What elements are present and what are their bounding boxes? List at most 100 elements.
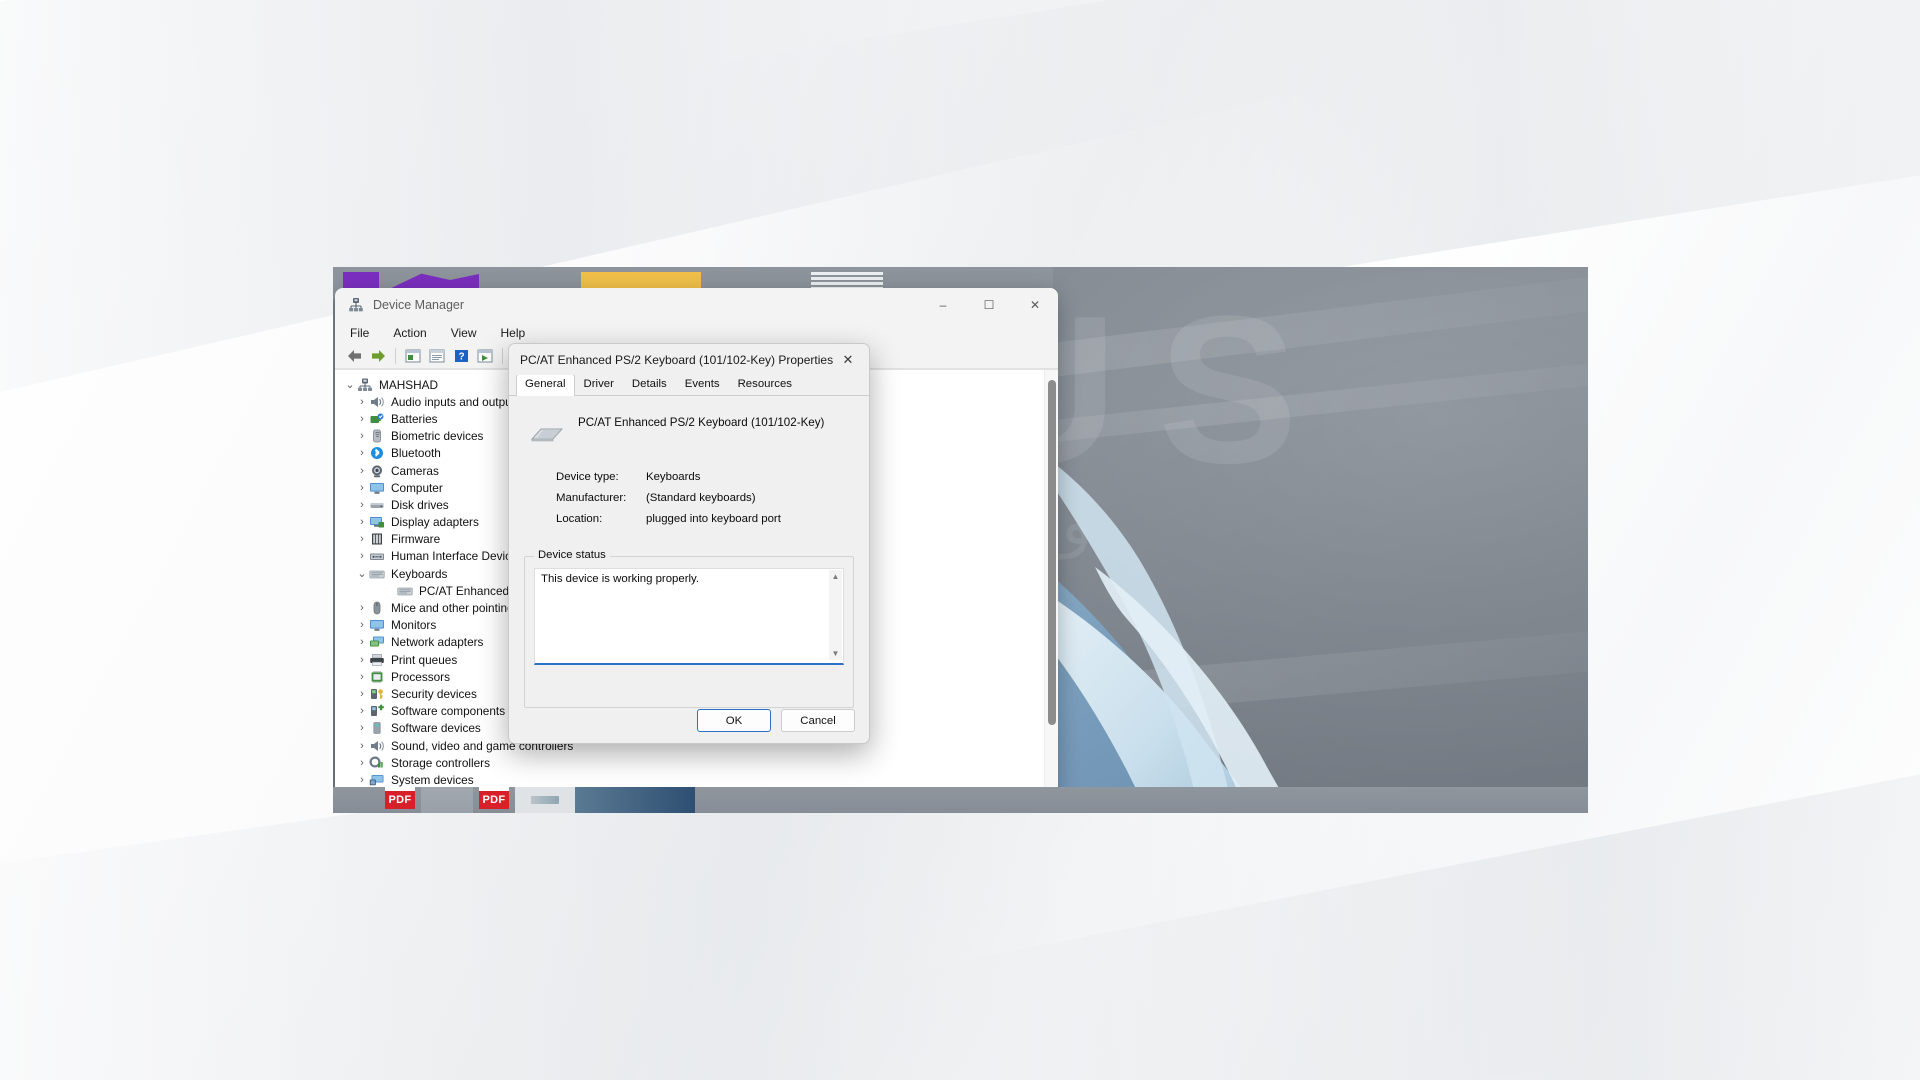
tree-item[interactable]: › System devices bbox=[341, 771, 1044, 788]
tree-item-label: Disk drives bbox=[391, 497, 449, 512]
mouse-icon bbox=[369, 601, 385, 615]
chevron-right-icon[interactable]: › bbox=[355, 774, 369, 786]
chevron-down-icon[interactable]: ⌄ bbox=[355, 568, 369, 579]
device-manager-title: Device Manager bbox=[373, 297, 465, 312]
biometric-icon bbox=[369, 429, 385, 443]
page-canvas: ARUS وب سایت ARUS وب سایت bbox=[0, 0, 1920, 1080]
menu-item-view[interactable]: View bbox=[448, 325, 480, 341]
taskbar: PDF PDF bbox=[333, 787, 1588, 813]
chevron-right-icon[interactable]: › bbox=[355, 619, 369, 631]
keyboard-icon bbox=[530, 420, 564, 446]
chevron-right-icon[interactable]: › bbox=[355, 482, 369, 494]
properties-dialog-title: PC/AT Enhanced PS/2 Keyboard (101/102-Ke… bbox=[520, 352, 834, 367]
tree-item-label: Display adapters bbox=[391, 515, 479, 530]
taskbar-blue-region bbox=[575, 787, 695, 813]
tree-item-label: Storage controllers bbox=[391, 755, 491, 770]
device-status-scrollbar[interactable]: ▲ ▼ bbox=[829, 570, 842, 660]
tab-details[interactable]: Details bbox=[623, 374, 676, 395]
tree-item-label: System devices bbox=[391, 772, 474, 787]
printer-icon bbox=[369, 653, 385, 667]
device-status-textbox[interactable]: This device is working properly. ▲ ▼ bbox=[534, 568, 844, 665]
tree-item-label: Cameras bbox=[391, 463, 439, 478]
taskbar-pdf-item-2[interactable]: PDF bbox=[473, 787, 515, 813]
chevron-right-icon[interactable]: › bbox=[355, 636, 369, 648]
taskbar-pdf-item-1[interactable]: PDF bbox=[379, 787, 421, 813]
show-hide-console-tree-icon[interactable] bbox=[402, 346, 424, 367]
keyboard-device-icon bbox=[397, 584, 413, 598]
chevron-right-icon[interactable]: › bbox=[355, 465, 369, 477]
chevron-right-icon[interactable]: › bbox=[355, 533, 369, 545]
chevron-right-icon[interactable]: › bbox=[355, 654, 369, 666]
chevron-right-icon[interactable]: › bbox=[355, 688, 369, 700]
chevron-right-icon[interactable]: › bbox=[355, 430, 369, 442]
chevron-right-icon[interactable]: › bbox=[355, 396, 369, 408]
scroll-down-icon[interactable]: ▼ bbox=[832, 647, 840, 660]
device-tree-scrollbar[interactable] bbox=[1044, 370, 1058, 796]
field-value: plugged into keyboard port bbox=[646, 512, 781, 525]
scroll-up-icon[interactable]: ▲ bbox=[832, 570, 840, 583]
properties-tab-bar: General Driver Details Events Resources bbox=[509, 374, 869, 396]
tab-driver[interactable]: Driver bbox=[575, 374, 623, 395]
tree-item-label: Batteries bbox=[391, 411, 438, 426]
device-status-groupbox: Device status This device is working pro… bbox=[524, 549, 854, 708]
tree-item-label: Software devices bbox=[391, 721, 481, 736]
device-properties-dialog: PC/AT Enhanced PS/2 Keyboard (101/102-Ke… bbox=[508, 343, 870, 744]
chevron-right-icon[interactable]: › bbox=[355, 757, 369, 769]
toolbar-separator bbox=[502, 348, 503, 364]
software-device-icon bbox=[369, 721, 385, 735]
chevron-right-icon[interactable]: › bbox=[355, 413, 369, 425]
chevron-right-icon[interactable]: › bbox=[355, 671, 369, 683]
field-label: Manufacturer: bbox=[556, 491, 627, 504]
maximize-button[interactable]: ☐ bbox=[966, 288, 1012, 321]
chevron-right-icon[interactable]: › bbox=[355, 516, 369, 528]
properties-dialog-titlebar[interactable]: PC/AT Enhanced PS/2 Keyboard (101/102-Ke… bbox=[509, 344, 869, 375]
hid-icon bbox=[369, 549, 385, 563]
svg-text:?: ? bbox=[458, 352, 464, 363]
back-icon[interactable] bbox=[343, 346, 365, 367]
tree-item[interactable]: › Storage controllers bbox=[341, 754, 1044, 771]
chevron-right-icon[interactable]: › bbox=[355, 550, 369, 562]
forward-icon[interactable] bbox=[367, 346, 389, 367]
properties-close-button[interactable]: ✕ bbox=[827, 344, 869, 375]
properties-icon[interactable] bbox=[426, 346, 448, 367]
chevron-right-icon[interactable]: › bbox=[355, 740, 369, 752]
speaker-icon bbox=[369, 395, 385, 409]
help-icon[interactable]: ? bbox=[450, 346, 472, 367]
menu-item-action[interactable]: Action bbox=[390, 325, 429, 341]
chevron-right-icon[interactable]: › bbox=[355, 447, 369, 459]
minimize-button[interactable]: – bbox=[920, 288, 966, 321]
chevron-right-icon[interactable]: › bbox=[355, 602, 369, 614]
monitor-icon bbox=[369, 618, 385, 632]
menu-item-help[interactable]: Help bbox=[498, 325, 529, 341]
tab-resources[interactable]: Resources bbox=[729, 374, 801, 395]
menu-item-file[interactable]: File bbox=[347, 325, 372, 341]
scrollbar-thumb[interactable] bbox=[1048, 380, 1056, 725]
chevron-right-icon[interactable]: › bbox=[355, 722, 369, 734]
tree-item-label: Security devices bbox=[391, 686, 477, 701]
device-manager-titlebar[interactable]: Device Manager – ☐ ✕ bbox=[335, 288, 1058, 321]
screenshot-canvas: ARUS وب سایت bbox=[333, 267, 1588, 813]
taskbar-thumbnail[interactable] bbox=[515, 787, 575, 813]
battery-icon bbox=[369, 412, 385, 426]
sound-icon bbox=[369, 739, 385, 753]
chevron-right-icon[interactable]: › bbox=[355, 499, 369, 511]
taskbar-spacer bbox=[333, 787, 379, 813]
system-device-icon bbox=[369, 773, 385, 787]
tree-item-label: Human Interface Devices bbox=[391, 549, 524, 564]
scan-for-hardware-changes-icon[interactable] bbox=[474, 346, 496, 367]
storage-controller-icon bbox=[369, 756, 385, 770]
computer-root-icon bbox=[357, 378, 373, 392]
chevron-right-icon[interactable]: › bbox=[355, 705, 369, 717]
close-button[interactable]: ✕ bbox=[1012, 288, 1058, 321]
ok-button[interactable]: OK bbox=[697, 709, 771, 732]
tree-item-label: Processors bbox=[391, 669, 451, 684]
device-manager-window: Device Manager – ☐ ✕ File Action View He… bbox=[335, 288, 1058, 796]
field-manufacturer: Manufacturer: (Standard keyboards) bbox=[556, 487, 854, 508]
tree-item-label: Bluetooth bbox=[391, 446, 441, 461]
camera-icon bbox=[369, 464, 385, 478]
cancel-button[interactable]: Cancel bbox=[781, 709, 855, 732]
chevron-down-icon[interactable]: ⌄ bbox=[343, 379, 357, 390]
tab-general[interactable]: General bbox=[516, 374, 575, 396]
processor-icon bbox=[369, 670, 385, 684]
tab-events[interactable]: Events bbox=[676, 374, 729, 395]
